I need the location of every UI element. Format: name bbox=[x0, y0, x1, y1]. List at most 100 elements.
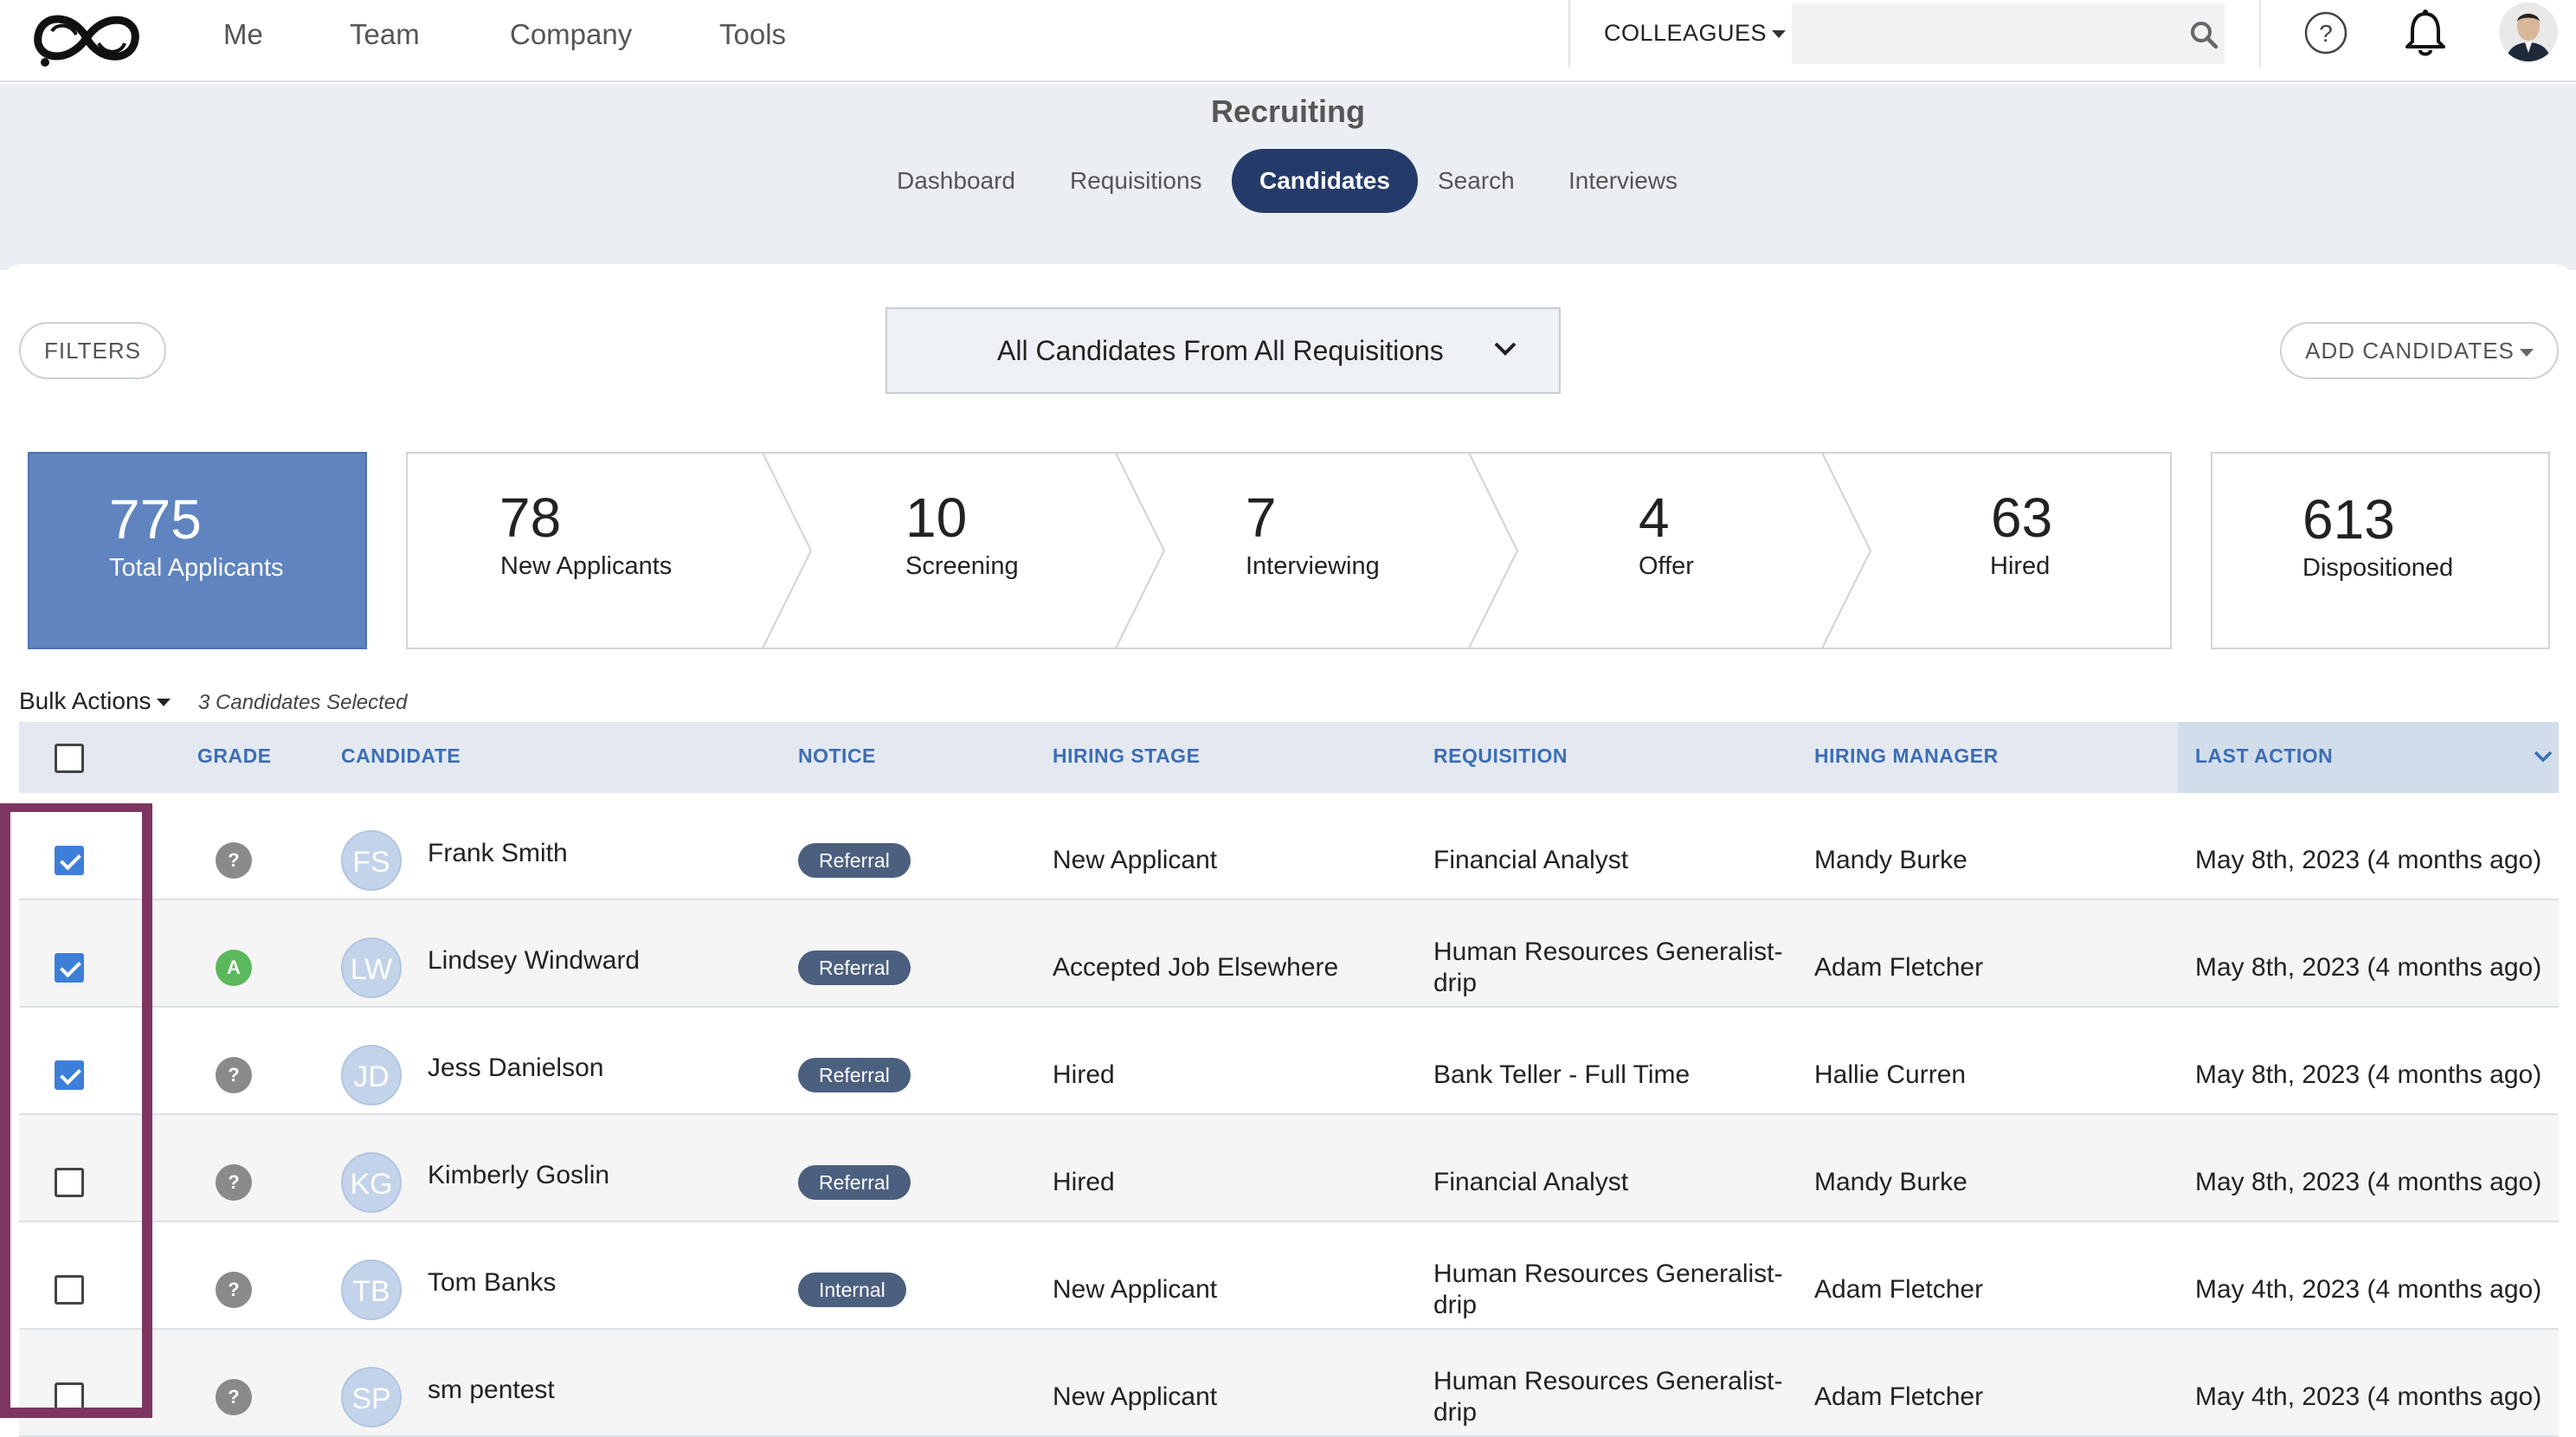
candidate-name[interactable]: sm pentest bbox=[428, 1375, 555, 1406]
table-row[interactable]: A LW Lindsey Windward Referral Accepted Job … bbox=[19, 900, 2559, 1008]
table-row[interactable]: ? KG Kimberly Goslin Referral Hired Financial… bbox=[19, 1115, 2559, 1222]
candidate-avatar[interactable]: JD bbox=[341, 1045, 402, 1105]
caret-down-icon bbox=[1772, 30, 1787, 39]
add-candidates-button[interactable]: ADD CANDIDATES bbox=[2280, 322, 2559, 379]
stat-dispositioned[interactable]: 613 Dispositioned bbox=[2211, 452, 2550, 649]
pipeline-stages: 78 New Applicants 10 Screening 7 Intervi… bbox=[406, 452, 2172, 649]
col-hiring-manager[interactable]: HIRING MANAGER bbox=[1814, 744, 1999, 768]
add-candidates-label: ADD CANDIDATES bbox=[2305, 338, 2515, 364]
grade-badge[interactable]: ? bbox=[216, 1164, 252, 1201]
col-last-action[interactable]: LAST ACTION bbox=[2195, 744, 2333, 768]
hiring-stage: New Applicant bbox=[1053, 1275, 1218, 1304]
candidate-avatar[interactable]: FS bbox=[341, 830, 402, 891]
grade-badge[interactable]: ? bbox=[216, 1272, 252, 1308]
stat-label: Offer bbox=[1639, 552, 1694, 580]
stat-new-applicants[interactable]: 78 New Applicants bbox=[406, 452, 763, 649]
hiring-stage: Hired bbox=[1053, 1060, 1115, 1089]
top-navigation: Me Team Company Tools COLLEAGUES ? bbox=[0, 0, 2576, 82]
last-action: May 8th, 2023 (4 months ago) bbox=[2195, 846, 2542, 874]
requisition-name[interactable]: Financial Analyst bbox=[1433, 845, 1628, 876]
tab-dashboard[interactable]: Dashboard bbox=[869, 149, 1043, 213]
col-notice[interactable]: NOTICE bbox=[798, 744, 876, 768]
stat-value: 4 bbox=[1639, 487, 1670, 549]
table-row[interactable]: ? JD Jess Danielson Referral Hired Bank Telle… bbox=[19, 1008, 2559, 1115]
nav-team[interactable]: Team bbox=[350, 16, 420, 54]
nav-company[interactable]: Company bbox=[510, 16, 632, 54]
requisition-line: drip bbox=[1433, 969, 1478, 997]
search-icon[interactable] bbox=[2188, 19, 2219, 50]
stat-offer[interactable]: 4 Offer bbox=[1469, 452, 1822, 649]
stat-label: Dispositioned bbox=[2302, 554, 2454, 582]
user-avatar[interactable] bbox=[2499, 3, 2558, 61]
filters-button[interactable]: FILTERS bbox=[19, 322, 166, 379]
requisition-line: Human Resources Generalist- bbox=[1433, 1260, 1783, 1288]
page-title: Recruiting bbox=[1210, 93, 1365, 129]
grade-badge[interactable]: ? bbox=[216, 1379, 252, 1415]
grade-badge[interactable]: ? bbox=[216, 842, 252, 879]
stat-label: Interviewing bbox=[1246, 552, 1380, 580]
last-action: May 4th, 2023 (4 months ago) bbox=[2195, 1382, 2542, 1411]
candidate-name[interactable]: Lindsey Windward bbox=[428, 945, 640, 976]
tab-search[interactable]: Search bbox=[1410, 149, 1542, 213]
search-input[interactable] bbox=[1792, 3, 2225, 64]
requisition-name[interactable]: Human Resources Generalist-drip bbox=[1433, 1259, 1783, 1321]
grade-badge[interactable]: ? bbox=[216, 1057, 252, 1093]
candidate-avatar[interactable]: LW bbox=[341, 938, 402, 998]
nav-tools[interactable]: Tools bbox=[719, 16, 786, 54]
hiring-stage: New Applicant bbox=[1053, 846, 1218, 874]
tab-interviews[interactable]: Interviews bbox=[1541, 149, 1705, 213]
table-row[interactable]: ? SP sm pentest New Applicant Human Resource… bbox=[19, 1330, 2559, 1437]
select-all-checkbox[interactable] bbox=[55, 744, 84, 773]
candidate-avatar[interactable]: TB bbox=[341, 1260, 402, 1320]
selected-count: 3 Candidates Selected bbox=[198, 691, 408, 714]
bulk-actions-label: Bulk Actions bbox=[19, 687, 151, 714]
bell-icon[interactable] bbox=[2404, 9, 2447, 57]
notice-badge: Referral bbox=[798, 1058, 911, 1092]
requisition-name[interactable]: Human Resources Generalist-drip bbox=[1433, 1366, 1783, 1428]
sort-descending-icon[interactable] bbox=[2534, 750, 2553, 764]
help-glyph: ? bbox=[2319, 20, 2333, 47]
col-requisition[interactable]: REQUISITION bbox=[1433, 744, 1568, 768]
candidate-avatar[interactable]: SP bbox=[341, 1367, 402, 1427]
candidate-name[interactable]: Jess Danielson bbox=[428, 1053, 603, 1084]
table-row[interactable]: ? TB Tom Banks Internal New Applicant Human R… bbox=[19, 1222, 2559, 1330]
candidate-name[interactable]: Kimberly Goslin bbox=[428, 1160, 609, 1191]
hiring-stage: New Applicant bbox=[1053, 1382, 1218, 1411]
requisition-line: Human Resources Generalist- bbox=[1433, 938, 1783, 966]
requisition-line: drip bbox=[1433, 1291, 1478, 1319]
stat-interviewing[interactable]: 7 Interviewing bbox=[1116, 452, 1469, 649]
requisition-line: drip bbox=[1433, 1398, 1478, 1427]
col-hiring-stage[interactable]: HIRING STAGE bbox=[1053, 744, 1200, 768]
stat-screening[interactable]: 10 Screening bbox=[763, 452, 1116, 649]
table-row[interactable]: ? FS Frank Smith Referral New Applicant Finan… bbox=[19, 793, 2559, 900]
hiring-manager: Adam Fletcher bbox=[1814, 1382, 1984, 1411]
stat-value: 78 bbox=[499, 487, 562, 549]
stat-hired[interactable]: 63 Hired bbox=[1822, 452, 2172, 649]
bulk-actions-dropdown[interactable]: Bulk Actions bbox=[19, 687, 171, 715]
requisition-name[interactable]: Human Resources Generalist-drip bbox=[1433, 937, 1783, 999]
company-logo[interactable] bbox=[26, 5, 147, 71]
requisition-name[interactable]: Financial Analyst bbox=[1433, 1167, 1628, 1198]
requisition-select-value: All Candidates From All Requisitions bbox=[997, 335, 1444, 366]
tab-requisitions[interactable]: Requisitions bbox=[1042, 149, 1230, 213]
hiring-stage: Hired bbox=[1053, 1168, 1115, 1196]
stat-total-applicants[interactable]: 775 Total Applicants bbox=[28, 452, 367, 649]
col-candidate[interactable]: CANDIDATE bbox=[341, 744, 460, 768]
hiring-stage: Accepted Job Elsewhere bbox=[1053, 953, 1339, 982]
candidate-name[interactable]: Frank Smith bbox=[428, 838, 568, 869]
nav-me[interactable]: Me bbox=[223, 16, 263, 54]
tab-candidates[interactable]: Candidates bbox=[1232, 149, 1418, 213]
requisition-select[interactable]: All Candidates From All Requisitions bbox=[886, 307, 1561, 394]
nav-divider bbox=[2259, 0, 2261, 68]
requisition-name[interactable]: Bank Teller - Full Time bbox=[1433, 1060, 1690, 1091]
stat-label: Screening bbox=[905, 552, 1019, 580]
candidate-name[interactable]: Tom Banks bbox=[428, 1267, 556, 1298]
help-icon[interactable]: ? bbox=[2303, 10, 2348, 55]
stat-label: New Applicants bbox=[500, 552, 673, 580]
grade-badge[interactable]: A bbox=[216, 950, 252, 986]
notice-badge: Referral bbox=[798, 950, 911, 985]
requisition-line: Bank Teller - Full Time bbox=[1433, 1060, 1690, 1089]
col-grade[interactable]: GRADE bbox=[197, 744, 272, 768]
candidate-avatar[interactable]: KG bbox=[341, 1152, 402, 1213]
colleagues-dropdown[interactable]: COLLEAGUES bbox=[1604, 14, 1787, 52]
